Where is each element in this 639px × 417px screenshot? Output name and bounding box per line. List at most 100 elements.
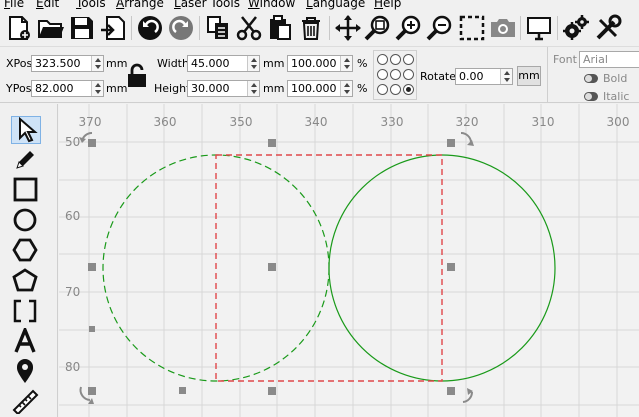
rectangle-icon (13, 177, 38, 202)
ruler-label: 70 (65, 285, 80, 299)
circle-shape[interactable] (328, 154, 556, 382)
new-file-icon[interactable] (5, 14, 33, 42)
selection-handles[interactable] (88, 139, 455, 395)
toolbar-separator (329, 16, 330, 40)
text-tool[interactable] (11, 325, 41, 356)
height-percent-input[interactable]: 100.000 (287, 80, 353, 97)
font-select[interactable]: Arial (579, 51, 639, 68)
anchor-radio[interactable] (390, 69, 401, 80)
ellipse-tool[interactable] (11, 207, 41, 235)
anchor-radio[interactable] (377, 69, 388, 80)
resize-handle (179, 387, 186, 394)
top-ruler: 370 360 350 340 330 320 310 300 (79, 115, 630, 129)
import-icon[interactable] (99, 14, 127, 42)
width-percent-input[interactable]: 100.000 (287, 55, 353, 72)
width-percent-unit: % (357, 57, 368, 70)
zoom-in-icon[interactable] (395, 14, 423, 42)
anchor-radio-selected[interactable] (403, 84, 414, 95)
tool-palette (0, 104, 58, 417)
height-label: Height (154, 82, 191, 95)
menubar: File Edit Tools Arrange Laser Tools Wind… (0, 0, 639, 10)
rotate-handle (462, 391, 474, 403)
ruler-label: 300 (607, 115, 630, 129)
position-icon (17, 359, 33, 383)
menu-tools[interactable]: Tools (76, 0, 106, 10)
xpos-input[interactable]: 323.500 (31, 55, 104, 72)
tools-icon[interactable] (594, 14, 622, 42)
width-unit: mm (263, 57, 285, 70)
measure-tool[interactable] (11, 388, 41, 416)
anchor-radio[interactable] (377, 54, 388, 65)
menu-window[interactable]: Window (248, 0, 295, 10)
bracket-tool[interactable] (11, 298, 41, 326)
ruler-label: 330 (381, 115, 404, 129)
measure-icon (12, 389, 39, 416)
select-tool[interactable] (11, 116, 41, 144)
ruler-label: 50 (65, 135, 80, 149)
rotate-input[interactable]: 0.00 (455, 68, 513, 85)
width-input[interactable]: 45.000 (187, 55, 260, 72)
height-input[interactable]: 30.000 (187, 80, 260, 97)
units-toggle-button[interactable]: mm (517, 66, 541, 86)
xpos-label: XPos (6, 57, 33, 70)
ypos-input[interactable]: 82.000 (31, 80, 104, 97)
settings-icon[interactable] (562, 14, 590, 42)
ypos-label: YPos (6, 82, 32, 95)
menu-language[interactable]: Language (306, 0, 365, 10)
paste-icon[interactable] (266, 14, 294, 42)
anchor-radio[interactable] (403, 54, 414, 65)
bold-toggle[interactable] (584, 74, 598, 83)
anchor-radio[interactable] (390, 84, 401, 95)
italic-label: Italic (603, 90, 630, 103)
properties-bar: XPos 323.500 mm YPos 82.000 mm Width 45.… (0, 47, 639, 103)
rectangle-tool[interactable] (11, 176, 41, 204)
open-folder-icon[interactable] (37, 14, 65, 42)
polyline-tool[interactable] (11, 267, 41, 295)
anchor-grid (373, 50, 417, 100)
redo-icon[interactable] (167, 14, 195, 42)
copy-icon[interactable] (204, 14, 232, 42)
design-canvas[interactable]: 370 360 350 340 330 320 310 300 50 60 70… (59, 104, 639, 417)
anchor-radio[interactable] (390, 54, 401, 65)
bold-label: Bold (603, 72, 628, 85)
select-icon (19, 116, 38, 143)
resize-handle (88, 139, 96, 147)
resize-handle (89, 326, 95, 332)
pencil-tool[interactable] (11, 146, 41, 174)
ruler-label: 340 (305, 115, 328, 129)
height-unit: mm (263, 82, 285, 95)
anchor-radio[interactable] (403, 69, 414, 80)
resize-handle (447, 263, 455, 271)
lock-icon[interactable] (126, 63, 148, 89)
italic-toggle[interactable] (584, 92, 598, 101)
menu-help[interactable]: Help (374, 0, 401, 10)
anchor-radio[interactable] (377, 84, 388, 95)
resize-handle (447, 387, 455, 395)
bracket-icon (13, 299, 37, 323)
menu-file[interactable]: File (4, 0, 24, 10)
cut-icon[interactable] (235, 14, 263, 42)
menu-arrange[interactable]: Arrange (116, 0, 164, 10)
delete-icon[interactable] (297, 14, 325, 42)
menu-laser-tools[interactable]: Laser Tools (174, 0, 240, 10)
menu-edit[interactable]: Edit (36, 0, 59, 10)
monitor-icon[interactable] (525, 14, 553, 42)
position-tool[interactable] (11, 358, 41, 386)
select-all-icon[interactable] (458, 14, 486, 42)
zoom-out-icon[interactable] (426, 14, 454, 42)
ruler-label: 310 (532, 115, 555, 129)
height-percent-unit: % (357, 82, 368, 95)
resize-handle (88, 387, 96, 395)
polygon-tool[interactable] (11, 237, 41, 265)
pentagon-icon (12, 268, 38, 292)
move-icon[interactable] (334, 14, 362, 42)
font-label: Font (553, 53, 577, 66)
toolbar-separator (520, 16, 521, 40)
save-icon[interactable] (68, 14, 96, 42)
undo-icon[interactable] (136, 14, 164, 42)
ruler-label: 350 (230, 115, 253, 129)
resize-handle (268, 139, 276, 147)
camera-icon[interactable] (489, 14, 517, 42)
zoom-fit-icon[interactable] (364, 14, 392, 42)
toolbar-separator (131, 16, 132, 40)
